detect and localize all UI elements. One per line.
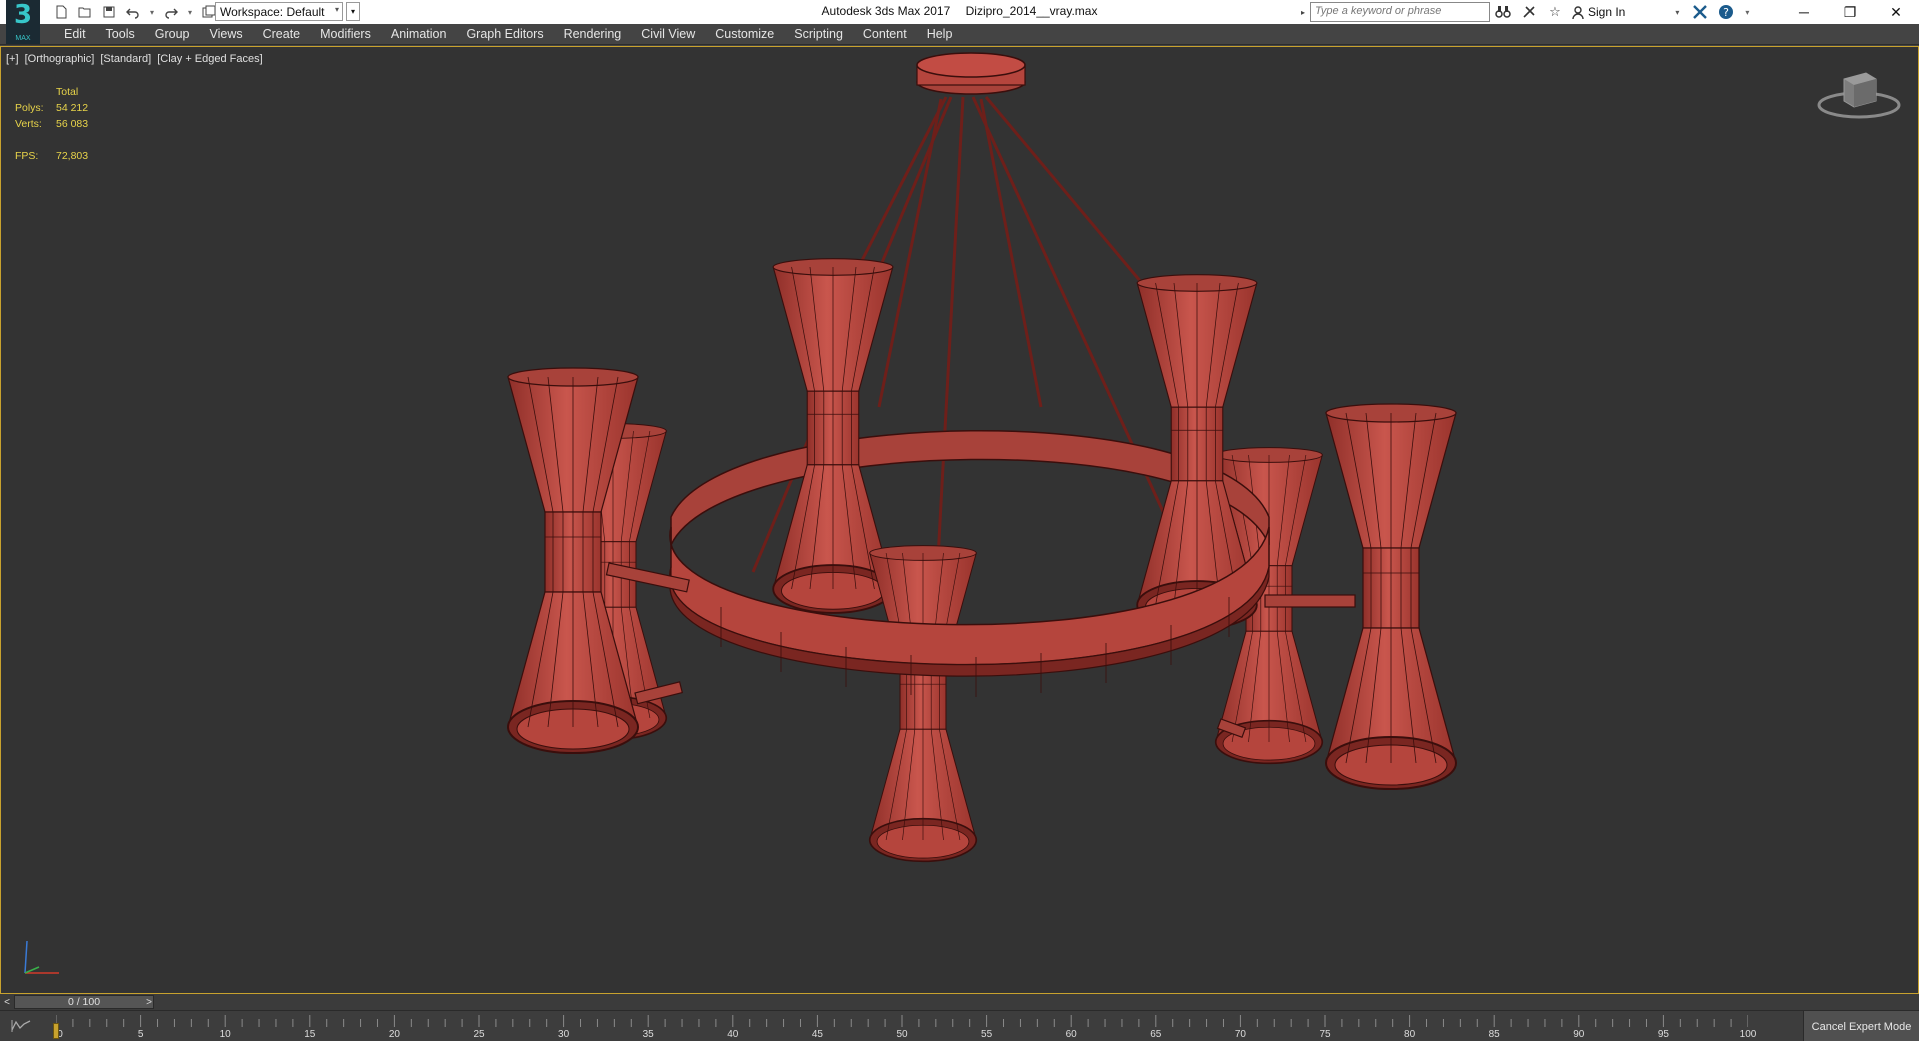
timeline-tick-label: 90 bbox=[1573, 1029, 1585, 1040]
timeline-tick-label: 100 bbox=[1739, 1029, 1757, 1040]
timeline-tick-label: 80 bbox=[1404, 1029, 1416, 1040]
menu-tools[interactable]: Tools bbox=[96, 24, 145, 45]
sign-in-label: Sign In bbox=[1588, 5, 1626, 19]
quick-access-toolbar: ▾ ▾ bbox=[52, 2, 218, 22]
menu-civil-view[interactable]: Civil View bbox=[631, 24, 705, 45]
menu-group[interactable]: Group bbox=[145, 24, 200, 45]
timeline-tick-label: 60 bbox=[1065, 1029, 1077, 1040]
close-icon[interactable]: ✕ bbox=[1873, 0, 1919, 24]
chandelier-model[interactable] bbox=[1, 47, 1919, 994]
title-file-name: Dizipro_2014__vray.max bbox=[965, 4, 1098, 18]
stats-verts-label: Verts: bbox=[15, 118, 42, 130]
axis-tripod-icon bbox=[24, 940, 59, 974]
timeline-ruler[interactable]: 0 5 10 15 20 25 30 35 40 45 50 55 60 65 70 75 80 85 90 95 10… bbox=[56, 1011, 1756, 1041]
scene-statistics: Total Polys: 54 212 Verts: 56 083 FPS: 72,8… bbox=[15, 84, 88, 164]
viewport-shading-standard[interactable]: [Standard] bbox=[100, 53, 151, 65]
timeline-tick-label: 10 bbox=[219, 1029, 231, 1040]
sign-in-button[interactable]: Sign In ▾ bbox=[1572, 5, 1679, 19]
app-logo[interactable]: 3 MAX bbox=[6, 0, 40, 44]
search-expand-icon[interactable]: ▸ bbox=[1298, 2, 1308, 22]
menu-help[interactable]: Help bbox=[917, 24, 963, 45]
minimize-icon[interactable]: ─ bbox=[1781, 0, 1827, 24]
exchange-apps-icon[interactable] bbox=[1691, 3, 1709, 21]
perspective-viewport[interactable]: [+] [Orthographic] [Standard] [Clay + Ed… bbox=[0, 46, 1919, 994]
redo-icon[interactable] bbox=[162, 3, 180, 21]
title-tools: ☆ Sign In ▾ ? ▾ bbox=[1494, 2, 1751, 22]
menu-graph-editors[interactable]: Graph Editors bbox=[456, 24, 553, 45]
stats-total-label: Total bbox=[56, 86, 79, 98]
time-next-button[interactable]: > bbox=[142, 994, 156, 1010]
time-prev-button[interactable]: < bbox=[0, 994, 14, 1010]
chevron-down-icon: ▾ bbox=[334, 5, 339, 14]
menu-rendering[interactable]: Rendering bbox=[554, 24, 632, 45]
time-playhead[interactable] bbox=[53, 1023, 59, 1039]
menu-create[interactable]: Create bbox=[253, 24, 311, 45]
timeline-tick-label: 45 bbox=[811, 1029, 823, 1040]
redo-dropdown-icon[interactable]: ▾ bbox=[186, 3, 194, 21]
timeline-tick-label: 85 bbox=[1488, 1029, 1500, 1040]
timeline-tick-label: 75 bbox=[1319, 1029, 1331, 1040]
svg-text:?: ? bbox=[1723, 6, 1729, 19]
app-logo-sub: MAX bbox=[15, 35, 31, 42]
menu-scripting[interactable]: Scripting bbox=[784, 24, 853, 45]
menu-views[interactable]: Views bbox=[199, 24, 252, 45]
timeline-tick-label: 35 bbox=[642, 1029, 654, 1040]
app-logo-number: 3 bbox=[13, 0, 33, 30]
timeline-tick-label: 65 bbox=[1150, 1029, 1162, 1040]
subscription-icon[interactable] bbox=[1520, 3, 1538, 21]
stats-verts-value: 56 083 bbox=[56, 118, 89, 130]
menu-modifiers[interactable]: Modifiers bbox=[310, 24, 381, 45]
viewcube-icon[interactable] bbox=[1814, 65, 1904, 125]
undo-dropdown-icon[interactable]: ▾ bbox=[148, 3, 156, 21]
time-slider[interactable]: 0 / 100 bbox=[14, 995, 154, 1009]
curve-editor-icon[interactable] bbox=[10, 1018, 32, 1034]
restore-icon[interactable]: ❐ bbox=[1827, 0, 1873, 24]
search-input[interactable]: Type a keyword or phrase bbox=[1310, 2, 1490, 22]
open-folder-icon[interactable] bbox=[76, 3, 94, 21]
workspace-selector[interactable]: Workspace: Default ▾ bbox=[215, 2, 343, 21]
stats-polys-value: 54 212 bbox=[56, 102, 89, 114]
stats-fps-label: FPS: bbox=[15, 150, 39, 162]
timeline-tick-label: 70 bbox=[1234, 1029, 1246, 1040]
menu-customize[interactable]: Customize bbox=[705, 24, 784, 45]
timeline-tick-label: 15 bbox=[304, 1029, 316, 1040]
binoculars-icon[interactable] bbox=[1494, 3, 1512, 21]
save-icon[interactable] bbox=[100, 3, 118, 21]
timeline-tick-label: 25 bbox=[473, 1029, 485, 1040]
help-icon[interactable]: ? bbox=[1717, 3, 1735, 21]
viewport-menu-plus[interactable]: [+] bbox=[6, 53, 19, 65]
timeline-tick-label: 50 bbox=[896, 1029, 908, 1040]
timeline-tick-label: 40 bbox=[727, 1029, 739, 1040]
user-icon bbox=[1572, 5, 1584, 19]
timeline-tick-label: 5 bbox=[137, 1029, 144, 1040]
stats-fps-value: 72,803 bbox=[56, 150, 89, 162]
timeline-tick-label: 55 bbox=[981, 1029, 993, 1040]
undo-icon[interactable] bbox=[124, 3, 142, 21]
menu-items: Edit Tools Group Views Create Modifiers … bbox=[54, 24, 962, 45]
menu-bar: Edit Tools Group Views Create Modifiers … bbox=[0, 24, 1919, 45]
workspace-label: Workspace: Default bbox=[220, 4, 325, 19]
track-bar: 0 5 10 15 20 25 30 35 40 45 50 55 60 65 70 75 80 85 90 95 10… bbox=[0, 1010, 1919, 1041]
menu-edit[interactable]: Edit bbox=[54, 24, 96, 45]
viewport-display-mode[interactable]: [Clay + Edged Faces] bbox=[157, 53, 262, 65]
workspace-menu-icon[interactable]: ▾ bbox=[346, 2, 360, 21]
title-bar: 3 MAX ▾ ▾ Workspace: Default ▾ ▾ Autodes… bbox=[0, 0, 1919, 44]
menu-animation[interactable]: Animation bbox=[381, 24, 457, 45]
menu-content[interactable]: Content bbox=[853, 24, 917, 45]
help-dropdown-icon[interactable]: ▾ bbox=[1743, 3, 1751, 21]
new-file-icon[interactable] bbox=[52, 3, 70, 21]
timeline-tick-label: 20 bbox=[388, 1029, 400, 1040]
cancel-expert-mode-button[interactable]: Cancel Expert Mode bbox=[1803, 1011, 1919, 1041]
chevron-down-icon: ▾ bbox=[1675, 7, 1680, 17]
timeline-tick-label: 30 bbox=[558, 1029, 570, 1040]
window-controls: ─ ❐ ✕ bbox=[1781, 0, 1919, 24]
stats-polys-label: Polys: bbox=[15, 102, 44, 114]
viewport-label[interactable]: [+] [Orthographic] [Standard] [Clay + Ed… bbox=[6, 53, 266, 65]
title-app-name: Autodesk 3ds Max 2017 bbox=[821, 4, 951, 18]
time-slider-bar: < 0 / 100 > bbox=[0, 994, 1919, 1010]
star-icon[interactable]: ☆ bbox=[1546, 3, 1564, 21]
timeline-tick-label: 95 bbox=[1657, 1029, 1669, 1040]
viewport-view-type[interactable]: [Orthographic] bbox=[25, 53, 95, 65]
